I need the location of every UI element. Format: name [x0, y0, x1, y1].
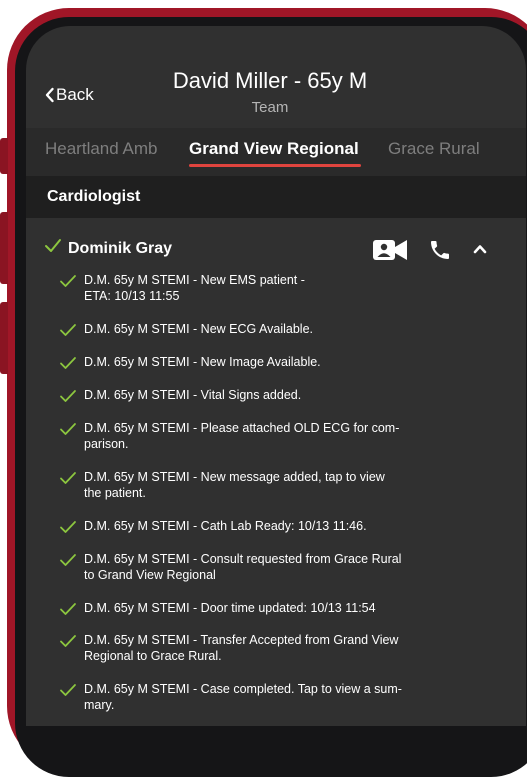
message-line-2: to Grand View Regional [84, 568, 216, 582]
tab-grand-view-regional[interactable]: Grand View Regional [189, 139, 359, 159]
message-text: D.M. 65y M STEMI - Vital Signs added. [84, 387, 444, 403]
message-line-2: the patient. [84, 486, 146, 500]
message-line-2: Regional to Grace Rural. [84, 649, 222, 663]
tab-heartland-amb[interactable]: Heartland Amb [45, 139, 157, 159]
message-line-2: mary. [84, 698, 115, 712]
message-item[interactable]: D.M. 65y M STEMI - Case completed. Tap t… [59, 681, 439, 715]
check-icon [60, 324, 76, 336]
message-text: D.M. 65y M STEMI - New Image Available. [84, 354, 444, 370]
side-button-mute [0, 138, 8, 174]
message-text: D.M. 65y M STEMI - Door time updated: 10… [84, 600, 444, 616]
check-icon [60, 357, 76, 369]
message-item[interactable]: D.M. 65y M STEMI - New EMS patient - ETA:… [59, 272, 439, 306]
message-text: D.M. 65y M STEMI - Please attached OLD E… [84, 420, 444, 452]
message-line-1: D.M. 65y M STEMI - Please attached OLD E… [84, 421, 400, 435]
tab-grace-rural[interactable]: Grace Rural [388, 139, 480, 159]
tab-bar: Heartland Amb Grand View Regional Grace … [26, 128, 526, 176]
message-line-1: D.M. 65y M STEMI - Vital Signs added. [84, 388, 302, 402]
phone-icon[interactable] [428, 238, 452, 262]
check-icon [60, 275, 76, 287]
screen: Back David Miller - 65y M Team Heartland… [26, 26, 526, 726]
message-text: D.M. 65y M STEMI - Cath Lab Ready: 10/13… [84, 518, 444, 534]
message-line-1: D.M. 65y M STEMI - Case completed. Tap t… [84, 682, 402, 696]
message-item[interactable]: D.M. 65y M STEMI - New Image Available. [59, 354, 439, 388]
page-title: David Miller - 65y M [172, 68, 368, 93]
message-item[interactable]: D.M. 65y M STEMI - New ECG Available. [59, 321, 439, 355]
chevron-up-icon[interactable] [472, 242, 488, 256]
message-line-1: D.M. 65y M STEMI - Transfer Accepted fro… [84, 633, 399, 647]
team-member-card: Dominik Gray D.M. 65y M STEMI - New EMS … [26, 218, 526, 726]
message-item[interactable]: D.M. 65y M STEMI - Transfer Accepted fro… [59, 632, 439, 666]
message-text: D.M. 65y M STEMI - Case completed. Tap t… [84, 681, 444, 713]
check-icon [60, 684, 76, 696]
section-header: Cardiologist [26, 176, 526, 218]
message-line-2: parison. [84, 437, 129, 451]
check-icon [60, 603, 76, 615]
video-call-icon[interactable] [372, 238, 408, 262]
active-tab-indicator [189, 164, 361, 167]
check-icon [60, 423, 76, 435]
message-text: D.M. 65y M STEMI - New EMS patient - ETA:… [84, 272, 444, 304]
message-item[interactable]: D.M. 65y M STEMI - Consult requested fro… [59, 551, 439, 585]
message-line-1: D.M. 65y M STEMI - Cath Lab Ready: 10/13… [84, 519, 367, 533]
message-line-1: D.M. 65y M STEMI - New message added, ta… [84, 470, 385, 484]
message-line-1: D.M. 65y M STEMI - New ECG Available. [84, 322, 313, 336]
message-item[interactable]: D.M. 65y M STEMI - Vital Signs added. [59, 387, 439, 421]
message-line-2: ETA: 10/13 11:55 [84, 289, 180, 303]
side-button-volume-up [0, 212, 8, 284]
message-text: D.M. 65y M STEMI - New ECG Available. [84, 321, 444, 337]
message-item[interactable]: D.M. 65y M STEMI - Cath Lab Ready: 10/13… [59, 518, 439, 552]
page-subtitle: Team [251, 99, 289, 116]
message-text: D.M. 65y M STEMI - Transfer Accepted fro… [84, 632, 444, 664]
message-line-1: D.M. 65y M STEMI - Consult requested fro… [84, 552, 402, 566]
check-icon [45, 239, 61, 252]
message-item[interactable]: D.M. 65y M STEMI - Door time updated: 10… [59, 600, 439, 634]
message-line-1: D.M. 65y M STEMI - Door time updated: 10… [84, 601, 376, 615]
check-icon [60, 635, 76, 647]
message-line-1: D.M. 65y M STEMI - New Image Available. [84, 355, 321, 369]
nav-header: Back David Miller - 65y M Team [26, 26, 526, 128]
check-icon [60, 390, 76, 402]
message-item[interactable]: D.M. 65y M STEMI - New message added, ta… [59, 469, 439, 503]
member-name[interactable]: Dominik Gray [68, 240, 172, 258]
message-line-1: D.M. 65y M STEMI - New EMS patient - [84, 273, 305, 287]
check-icon [60, 521, 76, 533]
check-icon [60, 554, 76, 566]
check-icon [60, 472, 76, 484]
section-title: Cardiologist [47, 188, 141, 205]
message-text: D.M. 65y M STEMI - Consult requested fro… [84, 551, 444, 583]
message-item[interactable]: D.M. 65y M STEMI - Please attached OLD E… [59, 420, 439, 454]
side-button-volume-down [0, 302, 8, 374]
message-text: D.M. 65y M STEMI - New message added, ta… [84, 469, 444, 501]
